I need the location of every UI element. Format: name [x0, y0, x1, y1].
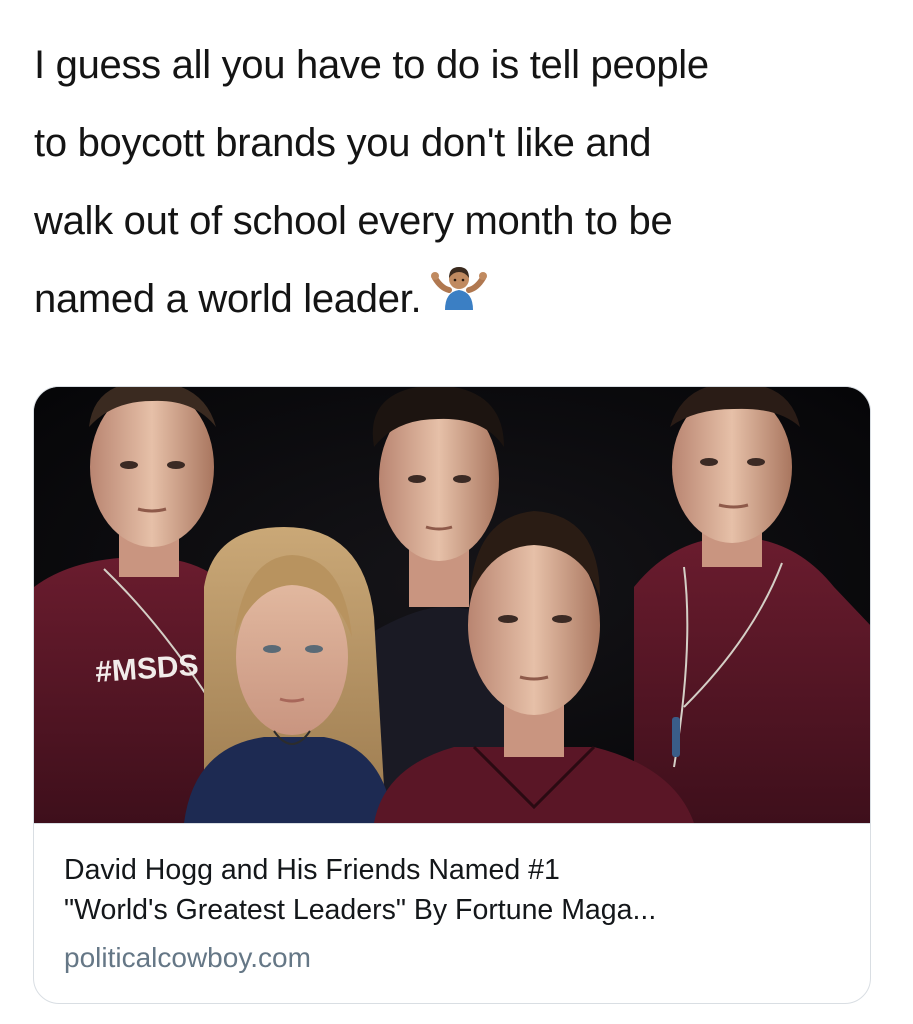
person-shrugging-emoji-icon: [431, 258, 488, 336]
tweet-line-2: to boycott brands you don't like and: [34, 121, 652, 165]
group-portrait-photo-icon: #MSDS: [34, 387, 870, 823]
tweet-line-3: walk out of school every month to be: [34, 199, 673, 243]
tweet-text: I guess all you have to do is tell peopl…: [34, 26, 894, 338]
link-preview-info[interactable]: David Hogg and His Friends Named #1 "Wor…: [34, 823, 870, 1003]
link-preview-image[interactable]: #MSDS: [34, 387, 870, 823]
link-preview-card[interactable]: #MSDS David Hogg and His Friends Named #…: [33, 386, 871, 1004]
tweet-line-4-text: named a world leader.: [34, 277, 422, 321]
tweet-line-4: named a world leader.: [34, 260, 894, 338]
link-domain: politicalcowboy.com: [64, 942, 311, 973]
tweet-line-1: I guess all you have to do is tell peopl…: [34, 43, 709, 87]
link-title-line-1[interactable]: David Hogg and His Friends Named #1: [64, 850, 842, 890]
link-title-line-2[interactable]: "World's Greatest Leaders" By Fortune Ma…: [64, 890, 842, 930]
